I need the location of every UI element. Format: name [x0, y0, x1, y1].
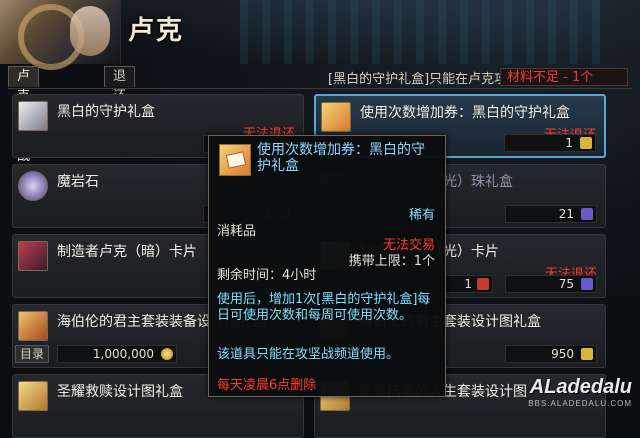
item-name: 魔岩石: [57, 174, 99, 190]
tooltip-title: 使用次数增加券：黑白的守护礼盒: [257, 142, 425, 174]
tooltip-description: 使用后，增加1次[黑白的守护礼盒]每日可使用次数和每周可使用次数。: [217, 292, 431, 323]
npc-portrait: [0, 0, 121, 70]
item-cost: 950: [505, 345, 597, 363]
header-city-art: [240, 0, 600, 64]
portrait-face: [70, 6, 110, 56]
tooltip-rarity: 稀有: [408, 208, 435, 223]
item-tooltip: 使用次数增加券：黑白的守护礼盒 稀有 消耗品 无法交易 携带上限：1个 剩余时间…: [208, 135, 446, 397]
tooltip-remaining-time: 剩余时间：4小时: [217, 268, 317, 283]
tab-luke-raid[interactable]: 卢克攻坚战: [8, 66, 40, 164]
tooltip-channel-note: 该道具只能在攻坚战频道使用。: [217, 347, 400, 362]
item-price: 1,000,000: [57, 345, 177, 363]
ticket-icon: [219, 144, 251, 176]
gold-token-icon: [580, 137, 592, 149]
tooltip-type: 消耗品: [217, 224, 257, 239]
equipment-box-icon: [18, 311, 48, 341]
item-name: 制造者卢克（暗）卡片: [57, 244, 197, 260]
equipment-box-icon: [18, 381, 48, 411]
red-token-icon: [477, 278, 489, 290]
item-name: 使用次数增加券：黑白的守护礼盒: [360, 105, 570, 121]
catalog-button[interactable]: 目录: [15, 345, 50, 363]
purple-token-icon: [581, 278, 593, 290]
item-name: 圣耀救赎设计图礼盒: [57, 384, 183, 400]
watermark-logo: ALadedalu BBS.ALADEDALU.COM: [528, 376, 632, 408]
gold-coin-icon: [161, 348, 173, 360]
tooltip-expire: 每天凌晨6点删除: [217, 378, 317, 393]
gold-token-icon: [581, 348, 593, 360]
card-icon: [18, 241, 48, 271]
orb-icon: [18, 171, 48, 201]
tooltip-limit: 携带上限：1个: [348, 254, 435, 269]
ticket-icon: [321, 102, 351, 132]
page-title: 卢克: [128, 16, 185, 45]
divider: [8, 88, 632, 89]
item-cost: 1: [504, 134, 596, 152]
purple-token-icon: [581, 208, 593, 220]
material-warning: 材料不足 - 1个: [500, 68, 628, 86]
gift-box-icon: [18, 101, 48, 131]
item-name: 黑白的守护礼盒: [57, 104, 155, 120]
item-cost: 75: [505, 275, 597, 293]
item-cost: 21: [505, 205, 597, 223]
tab-return[interactable]: 退还: [104, 66, 136, 104]
header: 卢克: [0, 0, 640, 70]
